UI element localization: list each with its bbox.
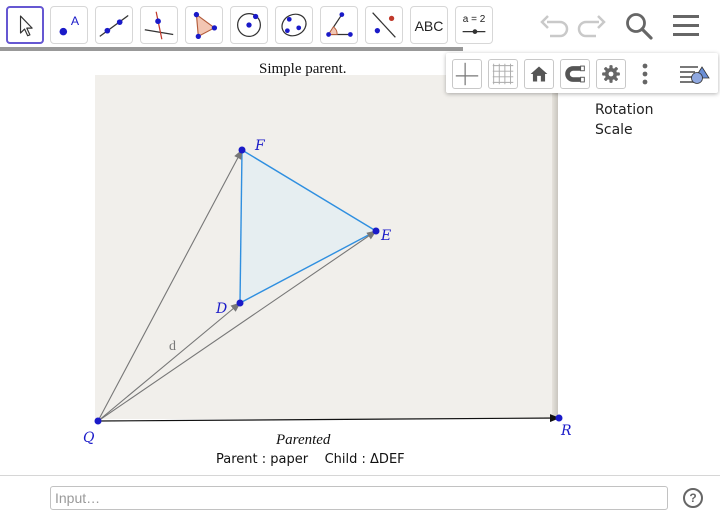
vector-qr[interactable] [97,414,560,423]
magnet-icon [565,65,585,83]
axes-icon [455,62,479,86]
side-item-scale: Scale [595,122,633,138]
toggle-algebra-view-button[interactable] [678,61,712,87]
undo-button[interactable] [537,10,571,42]
label-f: F [255,138,265,154]
vector-qf[interactable] [97,149,243,422]
circle-tool[interactable] [230,6,268,44]
label-r: R [561,423,572,439]
redo-icon [577,15,606,38]
standard-view-button[interactable] [524,59,554,89]
slider-tool[interactable]: a = 2 [455,6,493,44]
vector-qd[interactable] [97,302,241,422]
cursor-arrow-icon [19,15,33,37]
point-r[interactable] [555,414,563,422]
perpendicular-tool[interactable] [140,6,178,44]
input-bar: Input… ? [0,475,720,521]
conic-icon [281,13,307,37]
point-capturing-button[interactable] [560,59,590,89]
circle-center-icon [237,13,261,37]
slider-icon [462,29,486,34]
redo-button[interactable] [575,10,609,42]
toggle-views-icon [680,66,710,84]
polygon-icon [193,11,218,40]
text-tool-label: ABC [414,18,444,34]
point-e[interactable] [372,227,380,235]
gear-icon [602,65,620,83]
more-options-button[interactable] [638,59,652,89]
line-icon [99,15,129,37]
grid-button[interactable] [488,59,518,89]
style-bar [446,53,718,93]
parent-child-text: Parent : paper Child : ΔDEF [216,452,405,467]
line-tool[interactable] [95,6,133,44]
toolbar-divider [0,47,463,51]
side-item-rotation: Rotation [595,102,654,118]
angle-icon [326,12,353,37]
label-q: Q [83,430,95,446]
graphics-view[interactable]: Simple parent. Translation Rotation Scal… [0,52,720,475]
point-tool[interactable]: A [50,6,88,44]
toolbar: A ABC a = 2 [0,0,720,52]
search-icon [626,13,653,40]
search-button[interactable] [622,10,656,42]
settings-button[interactable] [596,59,626,89]
label-d: D [216,301,228,317]
reflect-icon [372,12,396,38]
axes-button[interactable] [452,59,482,89]
point-d[interactable] [236,299,244,307]
point-q[interactable] [94,417,102,425]
conic-tool[interactable] [275,6,313,44]
main-menu-button[interactable] [669,10,703,42]
svg-text:A: A [71,14,80,28]
paper-caption: Parented [276,432,331,448]
help-icon: ? [689,491,697,505]
vector-label-d: d [169,339,176,354]
polygon-tool[interactable] [185,6,223,44]
point-f[interactable] [238,146,246,154]
move-tool[interactable] [6,6,44,44]
graphics-title: Simple parent. [259,61,347,77]
help-button[interactable]: ? [683,488,703,508]
more-vertical-icon [642,63,648,85]
undo-icon [540,15,569,38]
input-field[interactable]: Input… [50,486,668,510]
reflect-tool[interactable] [365,6,403,44]
angle-tool[interactable] [320,6,358,44]
grid-icon [492,63,514,85]
vector-qe[interactable] [97,230,377,422]
point-icon: A [59,14,80,36]
home-icon [530,66,548,82]
label-e: E [381,228,392,244]
triangle-def[interactable] [240,150,376,303]
perpendicular-line-icon [144,11,174,40]
menu-icon [673,15,699,36]
text-tool[interactable]: ABC [410,6,448,44]
